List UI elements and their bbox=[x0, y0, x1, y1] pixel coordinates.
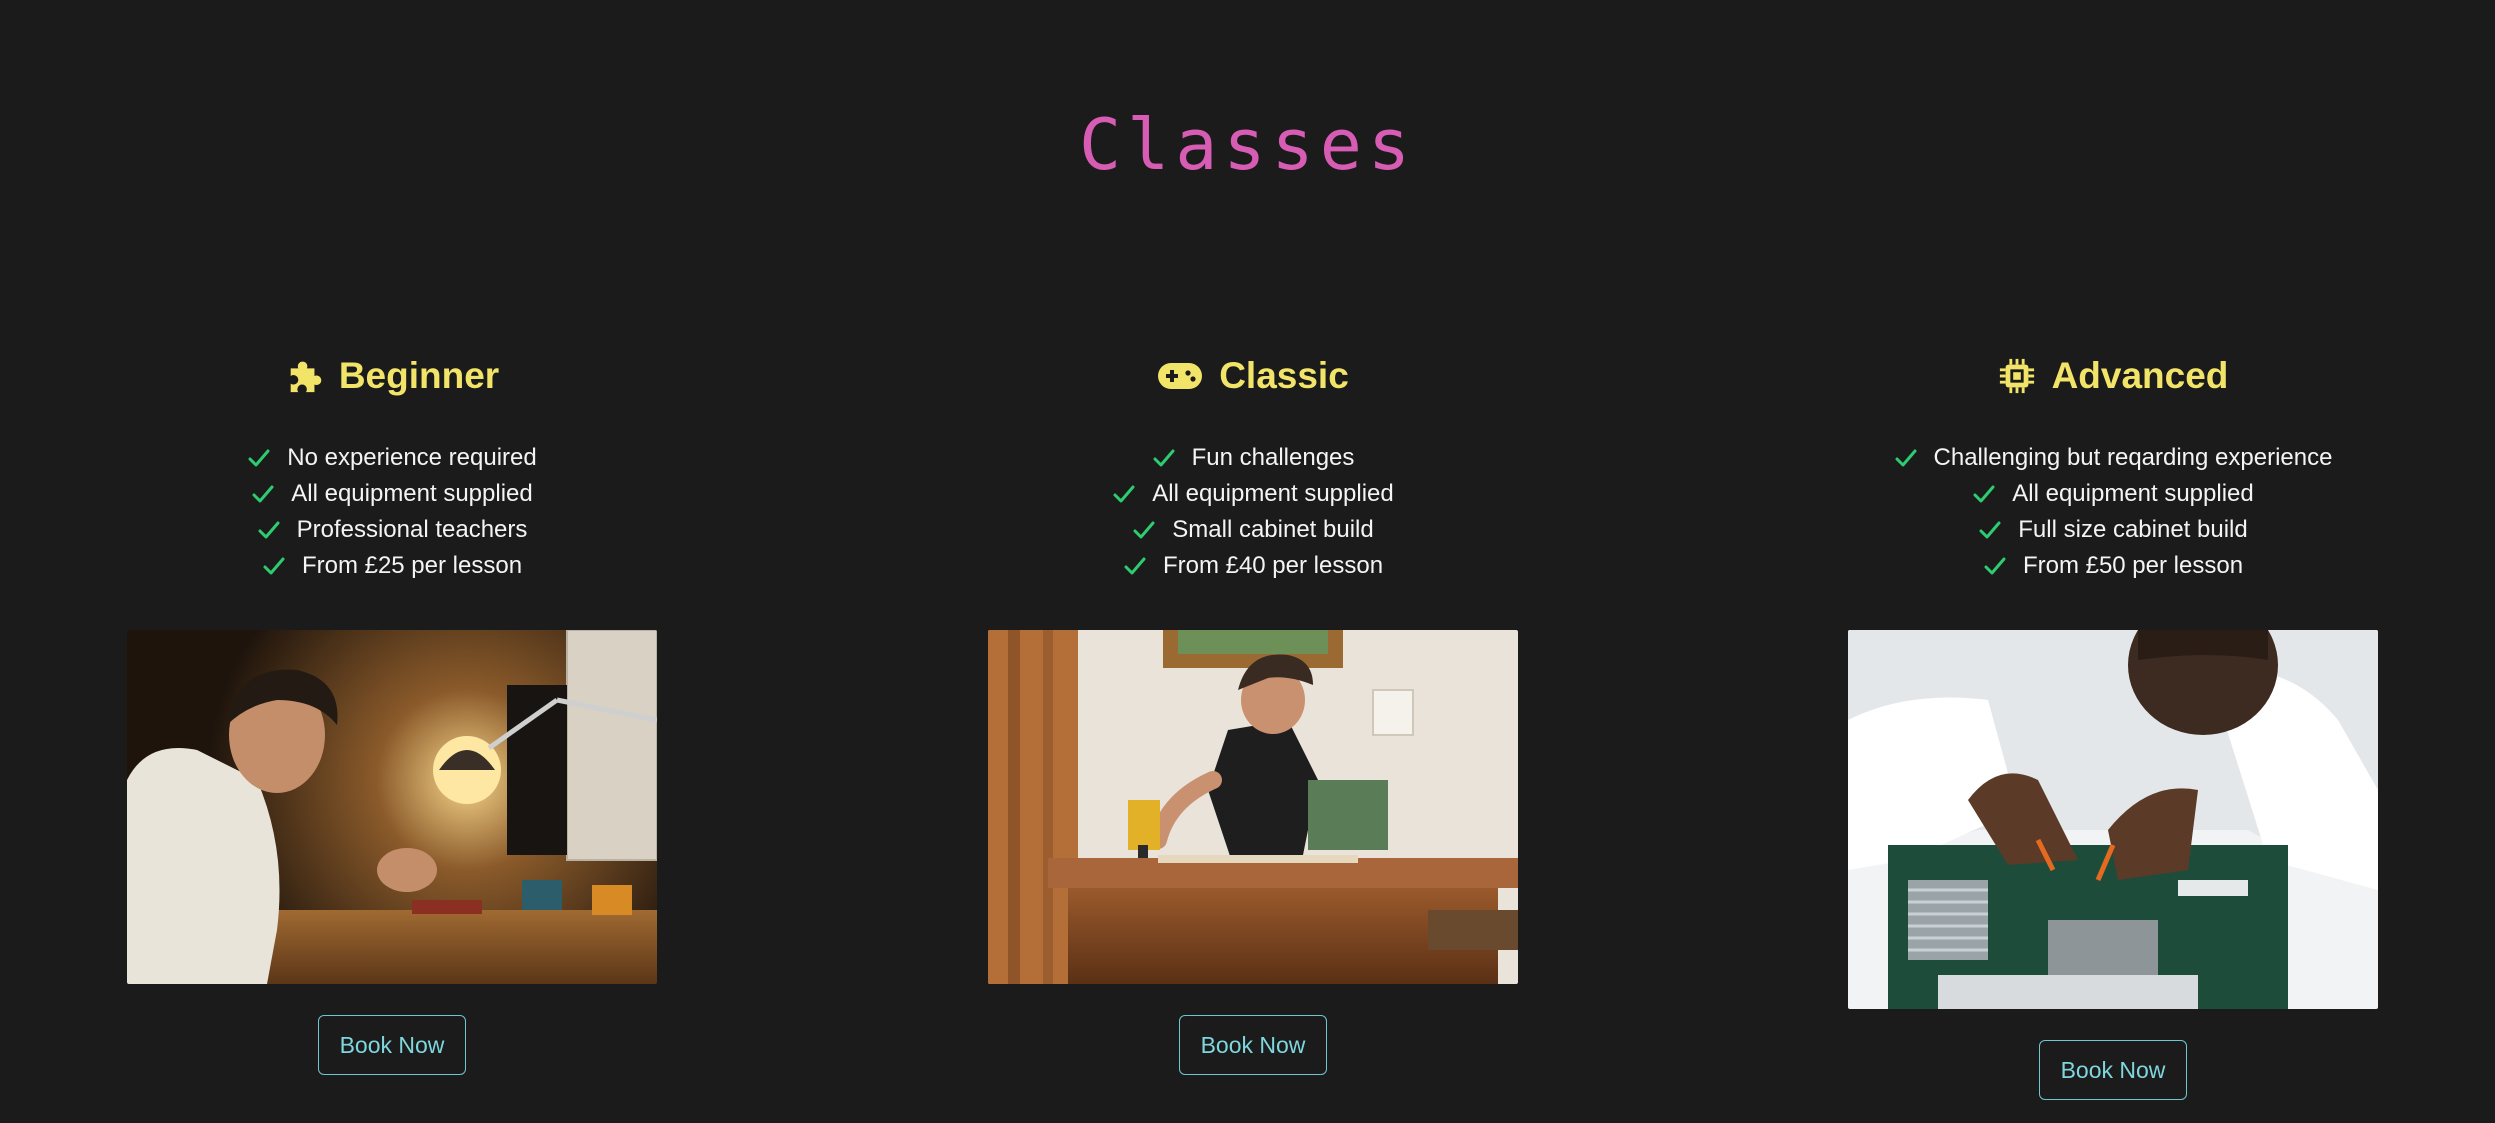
book-now-button[interactable]: Book Now bbox=[1179, 1015, 1327, 1075]
feature-list: Challenging but reqarding experience All… bbox=[1763, 440, 2463, 584]
check-icon bbox=[1152, 446, 1176, 470]
card-heading: Beginner bbox=[42, 340, 742, 412]
feature-text: Full size cabinet build bbox=[2018, 516, 2248, 543]
class-photo-advanced bbox=[1848, 630, 2378, 1009]
feature-text: No experience required bbox=[287, 444, 537, 471]
class-card-beginner: Beginner No experience required All equi… bbox=[42, 340, 742, 1075]
feature-text: Professional teachers bbox=[296, 516, 528, 543]
feature-text: From £40 per lesson bbox=[1162, 552, 1384, 579]
feature-item: From £50 per lesson bbox=[1763, 548, 2463, 584]
gamepad-icon bbox=[1157, 361, 1203, 391]
card-heading: Classic bbox=[903, 340, 1603, 412]
feature-text: All equipment supplied bbox=[2012, 480, 2254, 507]
puzzle-piece-icon bbox=[285, 357, 323, 395]
feature-item: Small cabinet build bbox=[903, 512, 1603, 548]
feature-list: No experience required All equipment sup… bbox=[42, 440, 742, 584]
page-title: Classes bbox=[1078, 104, 1416, 186]
feature-item: All equipment supplied bbox=[903, 476, 1603, 512]
class-card-advanced: Advanced Challenging but reqarding exper… bbox=[1763, 340, 2463, 1100]
feature-item: Full size cabinet build bbox=[1763, 512, 2463, 548]
check-icon bbox=[257, 518, 281, 542]
feature-list: Fun challenges All equipment supplied Sm… bbox=[903, 440, 1603, 584]
book-now-button[interactable]: Book Now bbox=[2039, 1040, 2187, 1100]
feature-item: Challenging but reqarding experience bbox=[1763, 440, 2463, 476]
feature-item: From £40 per lesson bbox=[903, 548, 1603, 584]
feature-text: From £50 per lesson bbox=[2022, 552, 2244, 579]
check-icon bbox=[251, 482, 275, 506]
class-photo-beginner bbox=[127, 630, 657, 984]
feature-item: All equipment supplied bbox=[1763, 476, 2463, 512]
check-icon bbox=[1123, 554, 1147, 578]
card-title-text: Classic bbox=[1219, 355, 1349, 396]
card-title-text: Advanced bbox=[2051, 355, 2229, 396]
book-now-button[interactable]: Book Now bbox=[318, 1015, 466, 1075]
feature-item: Professional teachers bbox=[42, 512, 742, 548]
check-icon bbox=[1978, 518, 2002, 542]
check-icon bbox=[1894, 446, 1918, 470]
class-photo-classic bbox=[988, 630, 1518, 984]
feature-text: All equipment supplied bbox=[291, 480, 533, 507]
feature-text: Challenging but reqarding experience bbox=[1933, 444, 2333, 471]
feature-text: Small cabinet build bbox=[1172, 516, 1374, 543]
card-heading: Advanced bbox=[1763, 340, 2463, 412]
card-title-text: Beginner bbox=[338, 355, 500, 396]
feature-text: Fun challenges bbox=[1191, 444, 1355, 471]
feature-item: All equipment supplied bbox=[42, 476, 742, 512]
class-card-classic: Classic Fun challenges All equipment sup… bbox=[903, 340, 1603, 1075]
check-icon bbox=[1972, 482, 1996, 506]
feature-item: From £25 per lesson bbox=[42, 548, 742, 584]
check-icon bbox=[247, 446, 271, 470]
feature-text: All equipment supplied bbox=[1152, 480, 1394, 507]
microchip-icon bbox=[1998, 357, 2036, 395]
feature-text: From £25 per lesson bbox=[301, 552, 523, 579]
check-icon bbox=[262, 554, 286, 578]
feature-item: No experience required bbox=[42, 440, 742, 476]
feature-item: Fun challenges bbox=[903, 440, 1603, 476]
check-icon bbox=[1132, 518, 1156, 542]
check-icon bbox=[1112, 482, 1136, 506]
check-icon bbox=[1983, 554, 2007, 578]
